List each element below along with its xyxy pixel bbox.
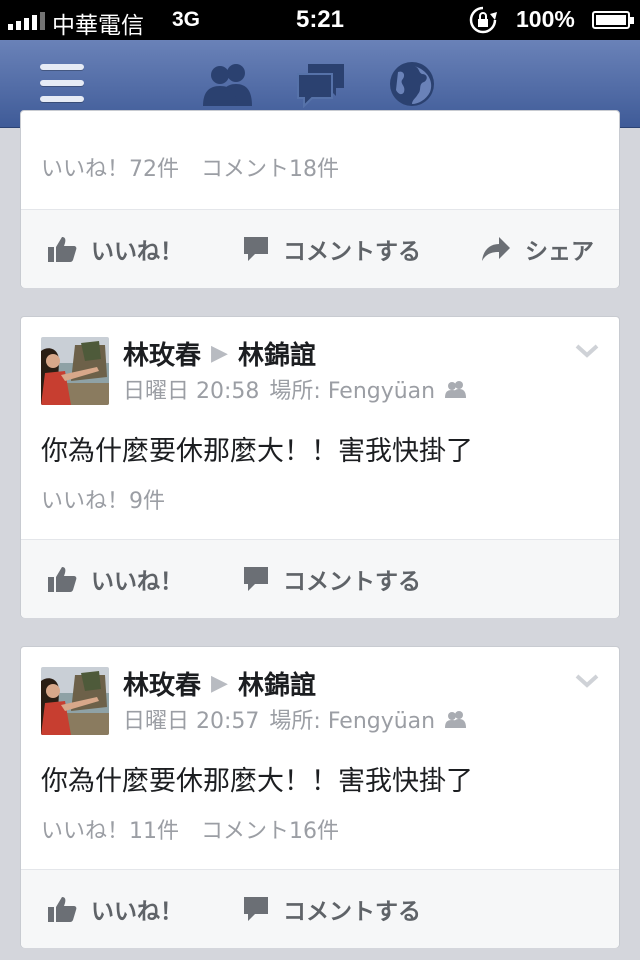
- comment-count[interactable]: コメント18件: [201, 157, 339, 182]
- post-time[interactable]: 20:57: [196, 709, 259, 734]
- messages-icon[interactable]: [296, 60, 346, 108]
- avatar[interactable]: [41, 667, 109, 735]
- post-meta: 日曜日 20:57 場所: Fengyüan: [123, 703, 467, 735]
- menu-icon[interactable]: [40, 64, 84, 104]
- post-card-3: 林玫春 ▶ 林錦誼 日曜日 20:57 場所: Fengyüan 你為什麼要休那…: [20, 646, 620, 948]
- post-actions: いいね！ コメントする: [21, 870, 619, 948]
- post-day: 日曜日: [123, 709, 190, 734]
- comment-icon: [244, 567, 268, 591]
- post-location[interactable]: 場所: Fengyüan: [269, 703, 435, 735]
- comment-button[interactable]: コメントする: [243, 540, 421, 618]
- post-body: 你為什麼要休那麼大！！害我快掛了: [41, 766, 473, 797]
- chevron-down-icon[interactable]: [575, 343, 599, 359]
- comment-button[interactable]: コメントする: [243, 870, 421, 948]
- post-day: 日曜日: [123, 379, 190, 404]
- like-button[interactable]: いいね！: [47, 540, 183, 618]
- comment-label: コメントする: [283, 239, 421, 265]
- friends-privacy-icon: [445, 711, 467, 728]
- post-actions: いいね！ コメントする シェア: [21, 210, 619, 288]
- post-location[interactable]: 場所: Fengyüan: [269, 373, 435, 405]
- arrow-right-icon: ▶: [211, 671, 228, 696]
- comment-icon: [244, 897, 268, 921]
- share-label: シェア: [525, 239, 594, 265]
- post-card-2: 林玫春 ▶ 林錦誼 日曜日 20:58 場所: Fengyüan 你為什麼要休那…: [20, 316, 620, 618]
- like-label: いいね！: [91, 239, 183, 265]
- target-name[interactable]: 林錦誼: [238, 335, 316, 372]
- like-label: いいね！: [91, 899, 183, 925]
- share-icon: [482, 237, 510, 261]
- status-bar: 中華電信 3G 5:21 100%: [0, 0, 640, 40]
- post-meta: 日曜日 20:58 場所: Fengyüan: [123, 373, 467, 405]
- comment-button[interactable]: コメントする: [243, 210, 421, 288]
- comment-count[interactable]: コメント16件: [201, 819, 339, 844]
- share-button[interactable]: シェア: [481, 210, 594, 288]
- post-stats: いいね！9件: [41, 483, 187, 515]
- notifications-globe-icon[interactable]: [388, 60, 436, 108]
- post-actions: いいね！ コメントする: [21, 540, 619, 618]
- thumbs-up-icon: [48, 237, 77, 262]
- battery-percent: 100%: [516, 6, 575, 32]
- like-count[interactable]: いいね！11件: [41, 819, 179, 844]
- post-header-names: 林玫春 ▶ 林錦誼: [123, 665, 316, 702]
- arrow-right-icon: ▶: [211, 341, 228, 366]
- rotation-lock-icon: [469, 6, 497, 34]
- post-stats: いいね！72件 コメント18件: [41, 151, 361, 183]
- battery-icon: [592, 11, 634, 29]
- like-label: いいね！: [91, 569, 183, 595]
- comment-icon: [244, 237, 268, 261]
- avatar[interactable]: [41, 337, 109, 405]
- post-body: 你為什麼要休那麼大！！害我快掛了: [41, 436, 473, 467]
- thumbs-up-icon: [48, 567, 77, 592]
- friend-requests-icon[interactable]: [200, 60, 256, 108]
- comment-label: コメントする: [283, 899, 421, 925]
- post-header-names: 林玫春 ▶ 林錦誼: [123, 335, 316, 372]
- like-count[interactable]: いいね！9件: [41, 489, 165, 514]
- like-count[interactable]: いいね！72件: [41, 157, 179, 182]
- friends-privacy-icon: [445, 381, 467, 398]
- post-time[interactable]: 20:58: [196, 379, 259, 404]
- target-name[interactable]: 林錦誼: [238, 665, 316, 702]
- author-name[interactable]: 林玫春: [123, 335, 201, 372]
- like-button[interactable]: いいね！: [47, 870, 183, 948]
- post-card-1: いいね！72件 コメント18件 いいね！ コメントする シェア: [20, 110, 620, 288]
- like-button[interactable]: いいね！: [47, 210, 183, 288]
- post-stats: いいね！11件 コメント16件: [41, 813, 361, 845]
- thumbs-up-icon: [48, 897, 77, 922]
- chevron-down-icon[interactable]: [575, 673, 599, 689]
- author-name[interactable]: 林玫春: [123, 665, 201, 702]
- comment-label: コメントする: [283, 569, 421, 595]
